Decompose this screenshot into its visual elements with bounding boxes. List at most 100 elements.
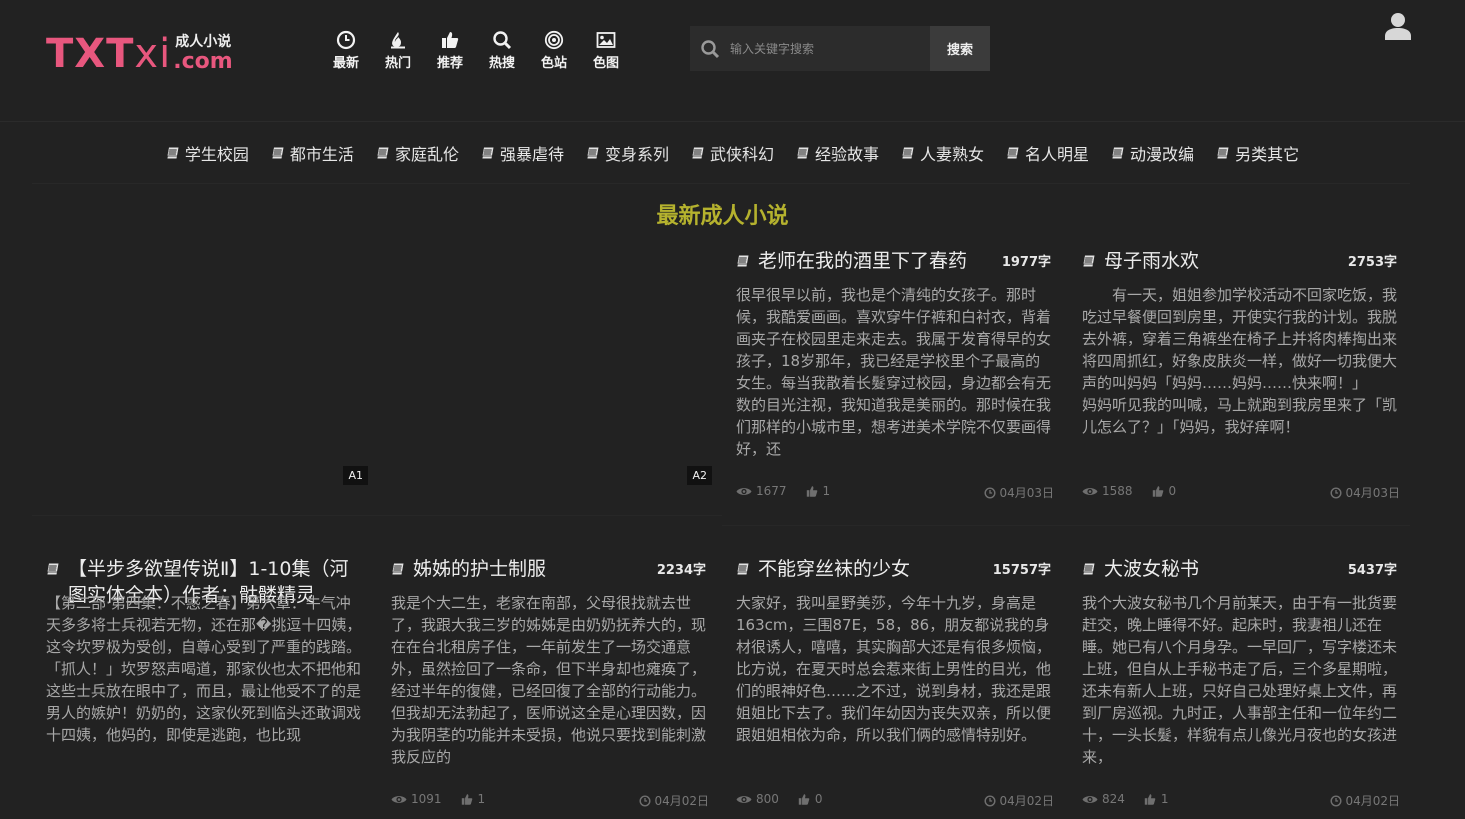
topnav-recommend[interactable]: 推荐 xyxy=(424,30,476,71)
novel-title-link[interactable]: 母子雨水欢 xyxy=(1082,248,1347,274)
book-icon xyxy=(391,563,404,575)
view-count-value: 1091 xyxy=(411,792,442,806)
like-count-value: 1 xyxy=(477,792,486,806)
novel-title: 大波女秘书 xyxy=(1104,558,1200,580)
view-count-value: 1677 xyxy=(756,484,787,498)
ad-slot-a2[interactable]: A2 xyxy=(376,240,712,485)
like-count[interactable]: 0 xyxy=(797,792,823,806)
category-link[interactable]: 变身系列 xyxy=(586,141,669,165)
logo-txt: TXT xyxy=(46,31,135,77)
like-count[interactable]: 1 xyxy=(460,792,486,806)
clock-icon xyxy=(984,794,996,807)
category-label: 动漫改编 xyxy=(1130,145,1195,164)
post-date-value: 04月02日 xyxy=(1345,794,1400,808)
novel-title-link[interactable]: 大波女秘书 xyxy=(1082,556,1347,582)
book-icon xyxy=(481,147,494,159)
like-count[interactable]: 1 xyxy=(1143,792,1169,806)
category-label: 另类其它 xyxy=(1235,145,1300,164)
book-icon xyxy=(1082,563,1095,575)
category-label: 强暴虐待 xyxy=(499,145,564,164)
clock-icon xyxy=(1330,794,1342,807)
book-icon xyxy=(796,147,809,159)
eye-icon xyxy=(1082,795,1098,803)
ad-slot-a1[interactable]: A1 xyxy=(32,240,368,485)
novel-title: 老师在我的酒里下了春药 xyxy=(758,250,968,272)
category-link[interactable]: 名人明星 xyxy=(1006,141,1089,165)
category-link[interactable]: 人妻熟女 xyxy=(901,141,984,165)
search-button[interactable]: 搜索 xyxy=(930,26,990,71)
word-count: 2753字 xyxy=(1347,255,1397,270)
like-count-value: 0 xyxy=(814,792,823,806)
novel-excerpt: 我个大波女秘书几个月前某天，由于有一批货要赶交，晚上睡得不好。起床时，我妻祖儿还… xyxy=(1082,594,1398,766)
novel-card: 不能穿丝袜的少女 15757字 大家好，我叫星野美莎，今年十九岁，身高是163cm，… xyxy=(736,556,1071,816)
search-bar: 搜索 xyxy=(690,26,990,71)
category-label: 经验故事 xyxy=(815,145,880,164)
like-count-value: 1 xyxy=(1160,792,1169,806)
book-icon xyxy=(736,563,749,575)
eye-icon xyxy=(1082,487,1098,495)
category-link[interactable]: 另类其它 xyxy=(1216,141,1299,165)
view-count-value: 1588 xyxy=(1102,484,1133,498)
book-icon xyxy=(46,563,59,575)
section-title: 最新成人小说 xyxy=(656,204,789,229)
novel-title-link[interactable]: 姊姊的护士制服 xyxy=(391,556,656,582)
book-icon xyxy=(901,147,914,159)
category-label: 学生校园 xyxy=(184,145,249,164)
user-icon[interactable] xyxy=(1385,12,1411,40)
logo-dotcom: .com xyxy=(173,49,233,74)
book-icon xyxy=(1216,147,1229,159)
topnav-hot[interactable]: 热门 xyxy=(372,30,424,71)
topnav-pics[interactable]: 色图 xyxy=(580,30,632,71)
topnav-sites[interactable]: 色站 xyxy=(528,30,580,71)
thumbs-up-icon xyxy=(442,32,459,48)
book-icon xyxy=(1082,255,1095,267)
book-icon xyxy=(271,147,284,159)
book-icon xyxy=(691,147,704,159)
category-link[interactable]: 动漫改编 xyxy=(1111,141,1194,165)
category-link[interactable]: 都市生活 xyxy=(271,141,354,165)
post-date: 04月02日 xyxy=(984,792,1054,809)
topnav-label: 热搜 xyxy=(488,56,515,71)
eye-icon xyxy=(391,795,407,803)
site-logo[interactable]: TXT xi 成人小说 .com xyxy=(46,34,233,74)
post-date: 04月02日 xyxy=(1330,792,1400,809)
novel-title: 母子雨水欢 xyxy=(1104,250,1200,272)
novel-card: 姊姊的护士制服 2234字 我是个大二生，老家在南部，父母很找就去世了，我跟大我三岁… xyxy=(391,556,726,816)
ad-label: A2 xyxy=(687,466,712,485)
category-label: 人妻熟女 xyxy=(920,145,985,164)
topnav-latest[interactable]: 最新 xyxy=(320,30,372,71)
novel-excerpt: 大家好，我叫星野美莎，今年十九岁，身高是163cm，三围87E，58，86，朋友… xyxy=(736,594,1052,744)
post-date-value: 04月03日 xyxy=(1345,486,1400,500)
like-count[interactable]: 1 xyxy=(805,484,830,498)
row-divider xyxy=(32,515,722,516)
flame-icon xyxy=(391,32,405,49)
eye-icon xyxy=(736,487,752,495)
view-count: 824 xyxy=(1082,792,1125,806)
row-divider xyxy=(722,525,1410,526)
novel-excerpt: 有一天，姐姐参加学校活动不回家吃饭，我吃过早餐便回到房里，开使实行我的计划。我脱… xyxy=(1082,286,1398,436)
category-link[interactable]: 武侠科幻 xyxy=(691,141,774,165)
like-count[interactable]: 0 xyxy=(1151,484,1177,498)
logo-xi: xi xyxy=(134,31,172,77)
category-link[interactable]: 强暴虐待 xyxy=(481,141,564,165)
topnav-hotsearch[interactable]: 热搜 xyxy=(476,30,528,71)
view-count: 800 xyxy=(736,792,779,806)
book-icon xyxy=(586,147,599,159)
view-count-value: 824 xyxy=(1102,792,1125,806)
category-link[interactable]: 学生校园 xyxy=(166,141,249,165)
category-label: 武侠科幻 xyxy=(709,145,774,164)
view-count-value: 800 xyxy=(756,792,779,806)
novel-meta: 1091 1 04月02日 xyxy=(391,792,709,808)
novel-meta: 824 1 04月02日 xyxy=(1082,792,1400,809)
category-link[interactable]: 家庭乱伦 xyxy=(376,141,459,165)
category-link[interactable]: 经验故事 xyxy=(796,141,879,165)
search-input[interactable] xyxy=(730,41,920,56)
thumbs-up-icon xyxy=(1144,793,1156,805)
like-count-value: 0 xyxy=(1168,484,1177,498)
book-icon xyxy=(1006,147,1019,159)
thumbs-up-icon xyxy=(806,485,817,497)
novel-title-link[interactable]: 不能穿丝袜的少女 xyxy=(736,556,1001,582)
book-icon xyxy=(376,147,389,159)
novel-title-link[interactable]: 老师在我的酒里下了春药 xyxy=(736,248,1001,274)
novel-card: 大波女秘书 5437字 我个大波女秘书几个月前某天，由于有一批货要赶交，晚上睡得不好… xyxy=(1082,556,1417,816)
